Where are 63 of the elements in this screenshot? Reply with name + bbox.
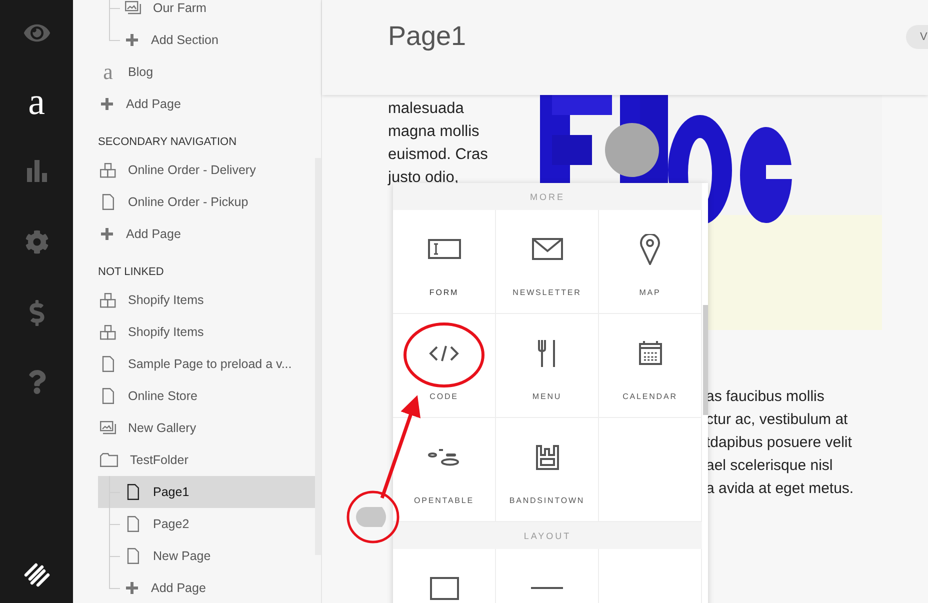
sidebar-item[interactable]: Add Page (98, 572, 315, 603)
insert-handle-icon[interactable] (356, 507, 386, 527)
sidebar-item[interactable]: New Gallery (98, 412, 315, 444)
block-option[interactable]: MAP (599, 210, 702, 314)
sidebar-item[interactable]: Add Section (98, 24, 315, 56)
blog-icon: a (100, 64, 116, 80)
sidebar-item[interactable]: Add Page (98, 88, 315, 120)
section-heading: SECONDARY NAVIGATION (98, 135, 238, 150)
sidebar-item[interactable]: TestFolder (98, 444, 315, 476)
pages-icon[interactable]: a (28, 88, 45, 116)
calendar-icon (638, 341, 662, 365)
spacer-icon (430, 576, 458, 600)
sidebar-item[interactable]: Page1 (98, 476, 315, 508)
section-heading: NOT LINKED (98, 265, 165, 280)
settings-icon[interactable] (24, 230, 48, 254)
bar-chart-icon[interactable] (26, 160, 48, 182)
boxes-icon (100, 162, 116, 178)
folder-icon (100, 453, 118, 467)
page-icon (125, 484, 141, 500)
logo-icon[interactable] (22, 563, 52, 587)
page-icon (100, 388, 116, 404)
line-icon (531, 587, 563, 589)
page-icon (100, 194, 116, 210)
block-option[interactable]: CODE (393, 314, 496, 418)
page-title: Page1 (388, 21, 466, 52)
text-field-icon (428, 239, 460, 259)
plus-icon (125, 33, 139, 47)
sidebar-item[interactable]: Page2 (98, 508, 315, 540)
fork-knife-icon (538, 339, 556, 367)
boxes-icon (100, 292, 116, 308)
plus-icon (125, 581, 139, 595)
page-icon (125, 548, 141, 564)
block-option[interactable]: CALENDAR (599, 314, 702, 418)
header-button[interactable]: V (906, 24, 928, 48)
scrollbar[interactable] (315, 158, 321, 555)
sidebar-item[interactable]: a Blog (98, 56, 315, 88)
block-option[interactable]: FORM (393, 210, 496, 314)
sidebar-item[interactable]: Online Order - Pickup (98, 186, 315, 218)
page-icon (100, 356, 116, 372)
scrollbar[interactable] (703, 305, 708, 415)
page-icon (125, 516, 141, 532)
plus-icon (100, 227, 114, 241)
plus-icon (100, 97, 114, 111)
sidebar-item[interactable]: New Page (98, 540, 315, 572)
highlight-circle (346, 490, 400, 544)
section-heading: MORE (393, 183, 702, 210)
envelope-icon (532, 238, 562, 260)
code-icon (429, 344, 459, 362)
sidebar-item[interactable]: Sample Page to preload a v... (98, 348, 315, 380)
sidebar-item[interactable]: Add Page (98, 218, 315, 250)
sidebar-item[interactable]: Online Order - Delivery (98, 154, 315, 186)
block-option[interactable]: MENU (496, 314, 599, 418)
block-option[interactable]: NEWSLETTER (496, 210, 599, 314)
bandsintown-icon (536, 444, 558, 470)
opentable-icon (428, 448, 460, 466)
sidebar-item[interactable]: Online Store (98, 380, 315, 412)
sidebar-item[interactable]: Shopify Items (98, 284, 315, 316)
gallery-icon (100, 421, 116, 435)
sidebar-item[interactable]: Shopify Items (98, 316, 315, 348)
map-pin-icon (640, 234, 660, 264)
gallery-icon (125, 1, 141, 15)
boxes-icon (100, 324, 116, 340)
section-heading: LAYOUT (393, 522, 702, 549)
